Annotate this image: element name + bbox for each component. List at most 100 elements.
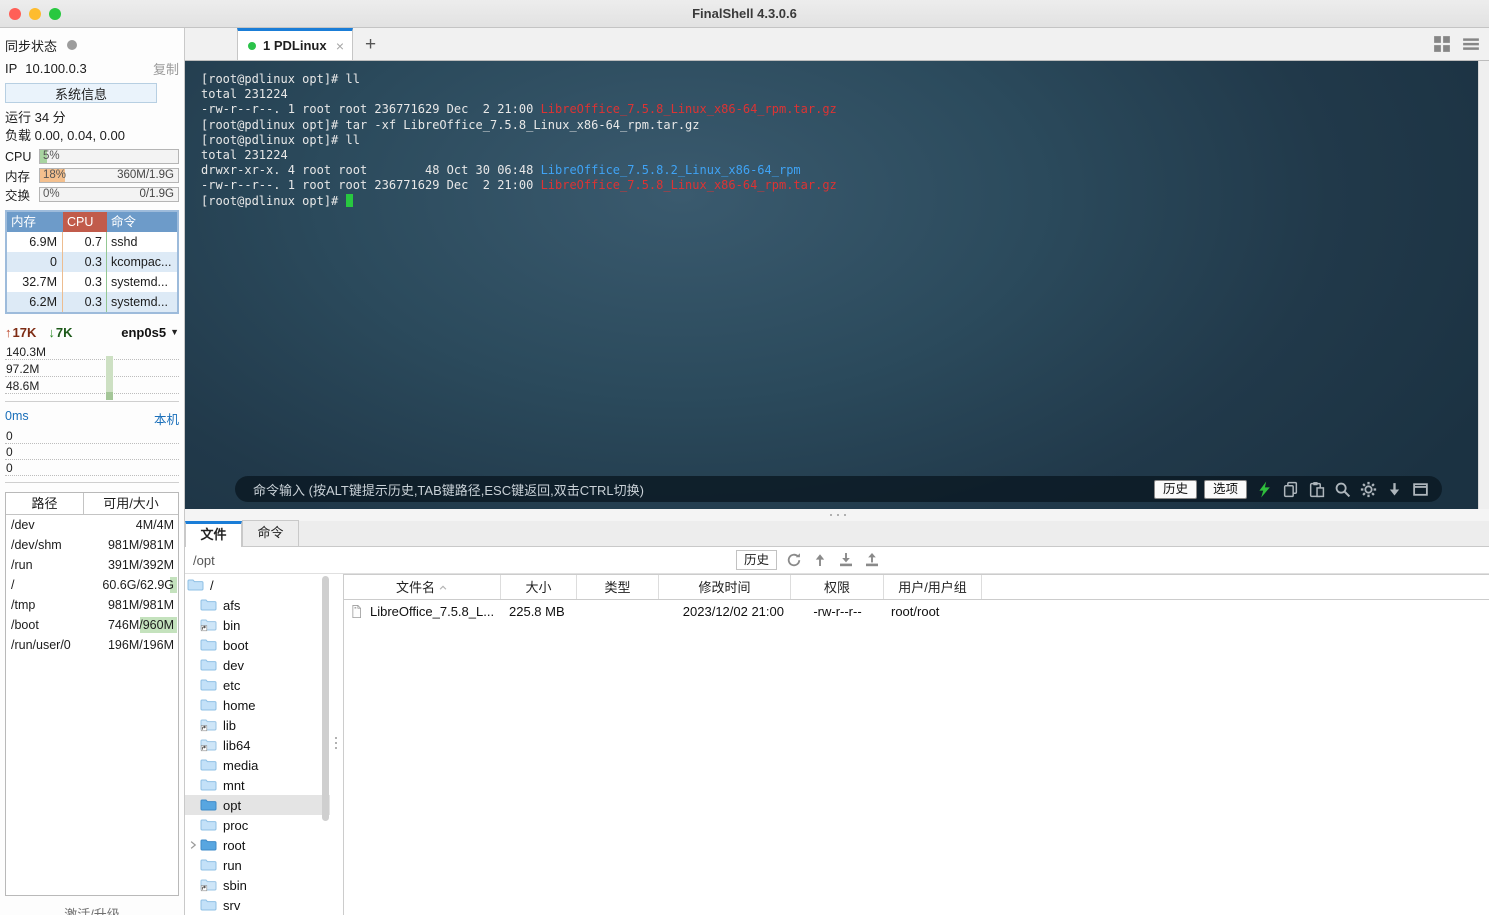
search-icon[interactable] xyxy=(1334,481,1351,498)
horizontal-splitter[interactable] xyxy=(185,509,1489,521)
copy-icon[interactable] xyxy=(1282,481,1299,498)
download-arrow-icon: ↓ xyxy=(48,324,55,340)
history-button[interactable]: 历史 xyxy=(1153,479,1197,499)
process-row[interactable]: 32.7M 0.3 systemd... xyxy=(7,272,177,292)
disk-row[interactable]: /tmp 981M/981M xyxy=(6,595,178,615)
process-mem: 32.7M xyxy=(7,272,63,292)
disk-header-path[interactable]: 路径 xyxy=(6,493,84,514)
tree-item-label: bin xyxy=(223,617,241,633)
folder-icon xyxy=(200,678,217,692)
folder-link-icon xyxy=(200,878,217,892)
process-table: 内存 CPU 命令 6.9M 0.7 sshd 0 0.3 kcompac... 32.7M 0.3… xyxy=(5,210,179,314)
path-input[interactable]: /opt xyxy=(193,553,215,568)
chevron-right-icon[interactable] xyxy=(187,839,199,851)
arrow-down-icon[interactable] xyxy=(1386,481,1403,498)
tree-item-media[interactable]: media xyxy=(185,755,330,775)
disk-path: /run xyxy=(11,558,33,572)
tab-files[interactable]: 文件 xyxy=(185,521,242,547)
disk-path: /dev xyxy=(11,518,35,532)
tree-item-mnt[interactable]: mnt xyxy=(185,775,330,795)
ping-host[interactable]: 本机 xyxy=(154,409,179,427)
tree-item-root[interactable]: root xyxy=(185,835,330,855)
options-button[interactable]: 选项 xyxy=(1203,479,1247,499)
window-icon[interactable] xyxy=(1412,481,1429,498)
disk-row[interactable]: /run 391M/392M xyxy=(6,555,178,575)
process-header-mem[interactable]: 内存 xyxy=(7,212,63,232)
tab-close-icon[interactable]: × xyxy=(336,39,344,53)
terminal-line: -rw-r--r--. 1 root root 236771629 Dec 2 … xyxy=(201,178,837,193)
vertical-splitter[interactable] xyxy=(330,574,343,915)
folder-accent-icon xyxy=(200,798,217,812)
upload-icon[interactable] xyxy=(864,552,880,568)
process-row[interactable]: 6.2M 0.3 systemd... xyxy=(7,292,177,312)
process-header-cpu[interactable]: CPU xyxy=(63,212,107,232)
file-header-name[interactable]: 文件名 xyxy=(344,575,501,599)
session-tab-pdlinux[interactable]: 1 PDLinux × xyxy=(237,28,353,60)
tree-item-bin[interactable]: bin xyxy=(185,615,330,635)
file-header-size[interactable]: 大小 xyxy=(501,575,577,599)
terminal-output[interactable]: [root@pdlinux opt]# ll total 231224 -rw-r-… xyxy=(201,72,837,209)
tree-item-opt[interactable]: opt xyxy=(185,795,330,815)
process-header-cmd[interactable]: 命令 xyxy=(107,212,177,232)
file-name: LibreOffice_7.5.8_L... xyxy=(370,604,495,619)
process-row[interactable]: 0 0.3 kcompac... xyxy=(7,252,177,272)
tree-item-proc[interactable]: proc xyxy=(185,815,330,835)
tree-item-lib64[interactable]: lib64 xyxy=(185,735,330,755)
file-header-type[interactable]: 类型 xyxy=(577,575,659,599)
folder-accent-icon xyxy=(200,838,217,852)
disk-row[interactable]: /dev/shm 981M/981M xyxy=(6,535,178,555)
file-header-owner[interactable]: 用户/用户组 xyxy=(884,575,982,599)
tree-item-srv[interactable]: srv xyxy=(185,895,330,915)
ping-scale-label: 0 xyxy=(6,461,13,475)
system-info-button[interactable]: 系统信息 xyxy=(5,83,157,103)
meter-percent: 0% xyxy=(43,188,60,200)
paste-icon[interactable] xyxy=(1308,481,1325,498)
new-tab-button[interactable]: + xyxy=(365,35,376,54)
file-header-mtime[interactable]: 修改时间 xyxy=(659,575,791,599)
refresh-icon[interactable] xyxy=(786,552,802,568)
activate-upgrade-link[interactable]: 激活/升级 xyxy=(5,904,179,915)
menu-icon[interactable] xyxy=(1462,35,1480,53)
network-scale-label: 97.2M xyxy=(6,362,40,376)
copy-ip-button[interactable]: 复制 xyxy=(153,59,179,78)
disk-path: / xyxy=(11,578,15,592)
grid-view-icon[interactable] xyxy=(1433,35,1451,53)
gear-icon[interactable] xyxy=(1360,481,1377,498)
process-cmd: kcompac... xyxy=(111,255,172,269)
tree-item-boot[interactable]: boot xyxy=(185,635,330,655)
tree-item-run[interactable]: run xyxy=(185,855,330,875)
open-connection-folder-icon[interactable] xyxy=(198,35,222,55)
download-icon[interactable] xyxy=(838,552,854,568)
ping-graph-base xyxy=(5,476,179,482)
terminal-area[interactable]: [root@pdlinux opt]# ll total 231224 -rw-r-… xyxy=(185,61,1489,509)
network-graph-base xyxy=(5,394,179,401)
network-interface-select[interactable]: enp0s5 xyxy=(121,325,166,340)
disk-row[interactable]: / 60.6G/62.9G xyxy=(6,575,178,595)
tree-item-etc[interactable]: etc xyxy=(185,675,330,695)
disk-size: 981M/981M xyxy=(107,538,174,552)
disk-row[interactable]: /dev 4M/4M xyxy=(6,515,178,535)
process-row[interactable]: 6.9M 0.7 sshd xyxy=(7,232,177,252)
tree-item-home[interactable]: home xyxy=(185,695,330,715)
file-row[interactable]: LibreOffice_7.5.8_L... 225.8 MB 2023/12/02… xyxy=(344,600,1489,623)
tree-item-lib[interactable]: lib xyxy=(185,715,330,735)
terminal-line: drwxr-xr-x. 4 root root 48 Oct 30 06:48 … xyxy=(201,163,801,178)
disk-header-size[interactable]: 可用/大小 xyxy=(84,493,178,514)
file-header-perms[interactable]: 权限 xyxy=(791,575,884,599)
path-history-button[interactable]: 历史 xyxy=(736,550,778,570)
tree-item-afs[interactable]: afs xyxy=(185,595,330,615)
tree-item-root-fs[interactable]: / xyxy=(185,575,330,595)
tree-item-sbin[interactable]: sbin xyxy=(185,875,330,895)
arrow-up-icon[interactable] xyxy=(812,552,828,568)
flash-icon[interactable] xyxy=(1256,481,1273,498)
tab-commands[interactable]: 命令 xyxy=(242,520,299,546)
disk-row[interactable]: /boot 746M/960M xyxy=(6,615,178,635)
ping-gridline: 0 xyxy=(5,460,179,476)
tree-item-dev[interactable]: dev xyxy=(185,655,330,675)
disk-row[interactable]: /run/user/0 196M/196M xyxy=(6,635,178,655)
terminal-scrollbar[interactable] xyxy=(1478,61,1489,509)
chevron-down-icon[interactable]: ▼ xyxy=(170,327,179,337)
tree-scrollbar[interactable] xyxy=(322,576,329,821)
folder-icon xyxy=(200,658,217,672)
command-input[interactable]: 命令输入 (按ALT键提示历史,TAB键路径,ESC键返回,双击CTRL切换) xyxy=(253,480,644,499)
